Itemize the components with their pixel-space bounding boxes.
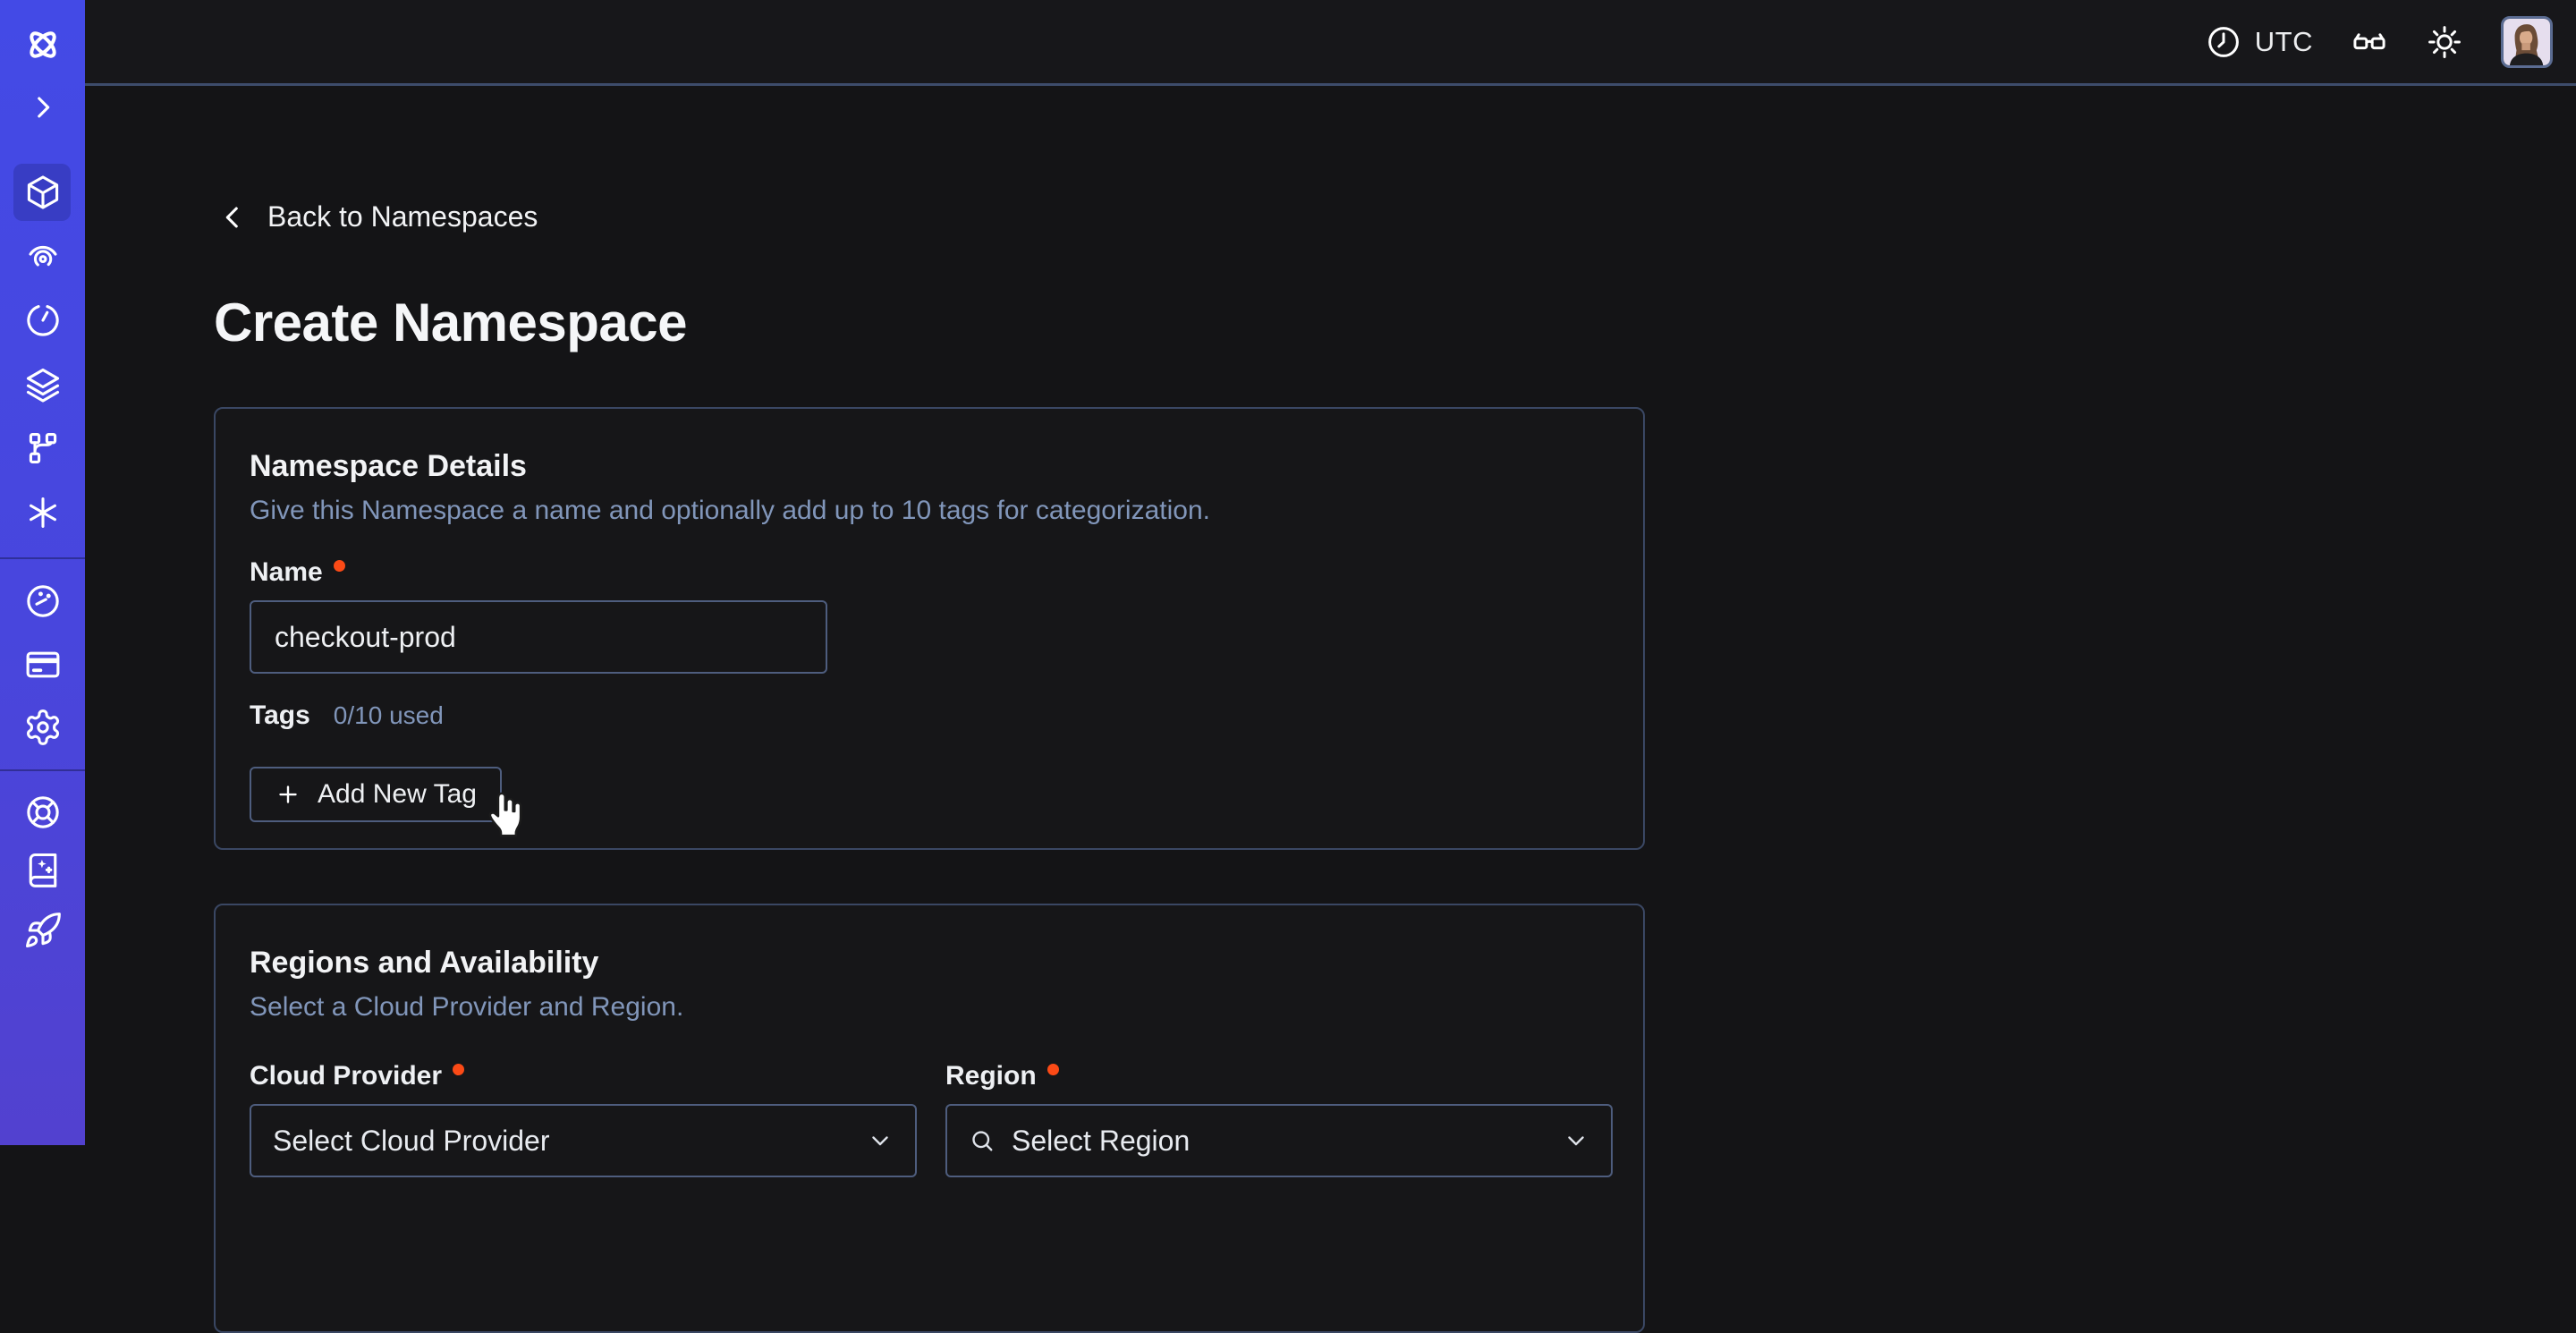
sidebar-item-support[interactable]: [0, 793, 85, 832]
sidebar-item-getting-started[interactable]: [0, 911, 85, 950]
required-dot: [453, 1064, 464, 1075]
sidebar-item-settings[interactable]: [0, 708, 85, 747]
sidebar-item-billing[interactable]: [0, 645, 85, 684]
user-menu-button[interactable]: [2501, 16, 2553, 68]
cloud-provider-label: Cloud Provider: [250, 1061, 917, 1091]
sidebar-item-asterisk[interactable]: [0, 493, 85, 532]
region-placeholder: Select Region: [1012, 1125, 1546, 1158]
name-field-label: Name: [250, 557, 1609, 588]
region-label: Region: [945, 1061, 1613, 1091]
asterisk-icon: [23, 493, 63, 532]
sidebar-item-layers[interactable]: [0, 365, 85, 404]
back-link-label: Back to Namespaces: [267, 200, 538, 233]
region-select[interactable]: Select Region: [945, 1104, 1613, 1177]
cloud-provider-select[interactable]: Select Cloud Provider: [250, 1104, 917, 1177]
cloud-provider-label-text: Cloud Provider: [250, 1061, 442, 1091]
monitor-rings-icon: [23, 237, 63, 276]
cloud-provider-placeholder: Select Cloud Provider: [273, 1125, 851, 1158]
required-dot: [334, 560, 345, 572]
required-dot: [1047, 1064, 1059, 1075]
rocket-icon: [23, 911, 63, 950]
namespace-details-card: Namespace Details Give this Namespace a …: [214, 407, 1645, 850]
user-avatar: [2504, 19, 2550, 65]
settings-gear-icon: [23, 708, 63, 747]
topbar: UTC: [85, 0, 2576, 86]
chevron-right-icon: [28, 92, 58, 123]
sidebar-item-usage[interactable]: [0, 582, 85, 621]
back-to-namespaces-link[interactable]: Back to Namespaces: [217, 200, 538, 233]
docs-book-icon: [23, 850, 63, 889]
regions-card: Regions and Availability Select a Cloud …: [214, 904, 1645, 1333]
tags-label: Tags: [250, 700, 310, 731]
support-lifebuoy-icon: [23, 793, 63, 832]
sidebar-expand-button[interactable]: [0, 92, 85, 123]
namespace-details-title: Namespace Details: [250, 448, 1609, 484]
sidebar: [0, 0, 85, 1145]
sidebar-item-timer[interactable]: [0, 301, 85, 340]
plus-icon: [275, 781, 301, 808]
regions-subtitle: Select a Cloud Provider and Region.: [250, 991, 1609, 1023]
search-icon: [969, 1127, 996, 1154]
sidebar-divider: [0, 769, 85, 771]
namespaces-cube-icon: [23, 173, 63, 212]
layers-icon: [23, 365, 63, 404]
region-label-text: Region: [945, 1061, 1037, 1091]
theme-toggle-button[interactable]: [2426, 23, 2463, 61]
glasses-icon: [2351, 23, 2388, 61]
regions-title: Regions and Availability: [250, 945, 1609, 981]
sidebar-item-branch[interactable]: [0, 429, 85, 468]
provider-region-grid: Cloud Provider Region Select Cloud Provi…: [250, 1061, 1609, 1177]
chevron-down-icon: [1563, 1127, 1589, 1154]
sidebar-item-docs[interactable]: [0, 850, 85, 889]
gauge-icon: [23, 582, 63, 621]
timezone-label: UTC: [2255, 26, 2313, 58]
chevron-left-icon: [217, 202, 248, 233]
timer-icon: [23, 301, 63, 340]
temporal-logo-icon: [0, 23, 85, 66]
tags-label-row: Tags 0/10 used: [250, 700, 1609, 731]
page-title: Create Namespace: [214, 292, 687, 353]
branch-icon: [23, 429, 63, 468]
billing-card-icon: [23, 645, 63, 684]
sidebar-item-namespaces[interactable]: [0, 173, 85, 212]
namespace-name-input[interactable]: [250, 600, 827, 674]
name-label-text: Name: [250, 557, 323, 588]
labs-mode-button[interactable]: [2351, 23, 2388, 61]
sidebar-divider: [0, 557, 85, 559]
sidebar-item-monitor[interactable]: [0, 237, 85, 276]
timezone-selector[interactable]: UTC: [2205, 23, 2313, 61]
sun-icon: [2426, 23, 2463, 61]
tags-counter: 0/10 used: [334, 701, 444, 730]
clock-icon: [2205, 23, 2242, 61]
namespace-details-subtitle: Give this Namespace a name and optionall…: [250, 495, 1609, 527]
chevron-down-icon: [867, 1127, 894, 1154]
add-new-tag-button[interactable]: Add New Tag: [250, 767, 502, 822]
add-new-tag-label: Add New Tag: [318, 779, 477, 810]
